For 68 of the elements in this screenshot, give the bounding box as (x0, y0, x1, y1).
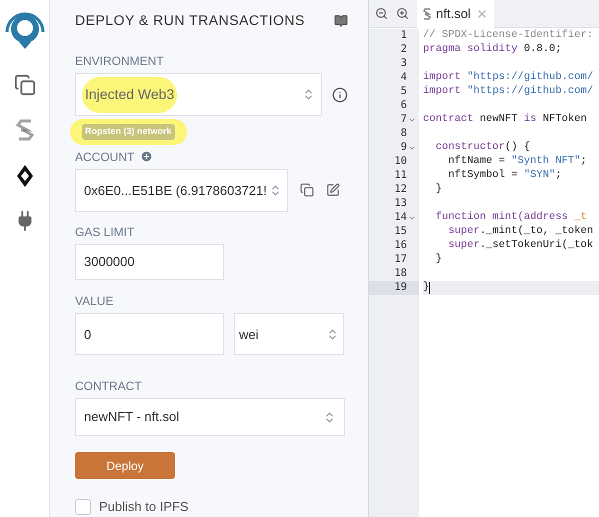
line-number: 9 (400, 140, 407, 156)
gas-limit-input[interactable]: 3000000 (75, 244, 224, 280)
code-line: nftSymbol = "SYN"; (447, 168, 562, 184)
edit-icon[interactable] (326, 183, 340, 198)
line-number: 4 (400, 70, 407, 86)
unit-select[interactable]: wei (234, 313, 344, 356)
select-value: Injected Web3 (85, 86, 174, 102)
code-line: constructor() { (434, 140, 530, 155)
line-number: 2 (400, 42, 407, 58)
code-line: // SPDX-License-Identifier: (423, 29, 594, 43)
text-cursor (429, 282, 430, 294)
line-number: 11 (394, 168, 407, 184)
code-line: pragma solidity 0.8.0; (423, 42, 562, 58)
fold-icon[interactable] (408, 116, 416, 124)
file-tab[interactable]: nft.sol (417, 0, 494, 28)
fold-icon[interactable] (408, 144, 416, 152)
code-line: } (423, 280, 430, 296)
compiler-icon[interactable] (14, 118, 34, 142)
zoom-out-icon[interactable] (375, 7, 388, 20)
fold-icon[interactable] (408, 214, 416, 222)
line-number: 3 (400, 56, 407, 72)
line-number: 13 (394, 196, 407, 212)
contract-select[interactable]: newNFT - nft.sol (75, 398, 345, 436)
line-number: 1 (400, 28, 407, 44)
panel-title: DEPLOY & RUN TRANSACTIONS (75, 11, 305, 30)
account-select[interactable]: 0x6E0...E51BE (6.9178603721! (75, 168, 288, 212)
code-line: import "https://github.com/ (423, 84, 594, 100)
code-line: super._setTokenUri(_tok (447, 238, 594, 254)
line-number: 12 (394, 182, 407, 198)
line-number: 19 (394, 280, 407, 296)
publish-checkbox[interactable] (75, 499, 91, 516)
code-line: contract newNFT is NFToken (423, 112, 587, 128)
select-value: newNFT - nft.sol (84, 408, 180, 426)
tab-title: nft.sol (436, 4, 471, 23)
value-input[interactable]: 0 (75, 313, 224, 356)
checkbox-label: Publish to IPFS (99, 498, 189, 516)
field-label: VALUE (75, 293, 114, 310)
book-icon[interactable] (334, 14, 348, 28)
field-label: ACCOUNT (75, 148, 134, 166)
network-badge: Ropsten (3) network (82, 124, 175, 140)
field-label: ENVIRONMENT (75, 53, 165, 70)
code-line: } (434, 182, 442, 198)
code-line: } (434, 252, 442, 268)
solidity-icon (423, 8, 431, 20)
line-number: 6 (400, 98, 407, 114)
files-icon[interactable] (14, 74, 36, 96)
code-line: nftName = "Synth NFT"; (447, 154, 587, 169)
line-number: 10 (394, 154, 407, 170)
zoom-in-icon[interactable] (396, 7, 409, 20)
line-number: 14 (394, 210, 407, 226)
info-icon[interactable] (332, 86, 348, 103)
field-label: GAS LIMIT (75, 224, 136, 241)
select-value: wei (239, 326, 259, 344)
copy-icon[interactable] (300, 183, 314, 198)
add-account-icon[interactable] (140, 150, 154, 164)
line-number: 17 (394, 252, 407, 268)
code-line: function mint(address _t (434, 210, 587, 225)
line-number: 15 (394, 224, 407, 240)
code-line: super._mint(_to, _token (447, 224, 594, 239)
line-number: 5 (400, 84, 407, 100)
code-line: import "https://github.com/ (423, 70, 594, 85)
line-number: 7 (400, 112, 407, 128)
line-number: 16 (394, 238, 407, 254)
line-number: 18 (394, 266, 407, 282)
field-label: CONTRACT (75, 378, 143, 396)
select-value: 0x6E0...E51BE (6.9178603721! (84, 182, 267, 200)
line-number: 8 (400, 126, 407, 142)
environment-select[interactable]: Injected Web3 (75, 73, 322, 116)
